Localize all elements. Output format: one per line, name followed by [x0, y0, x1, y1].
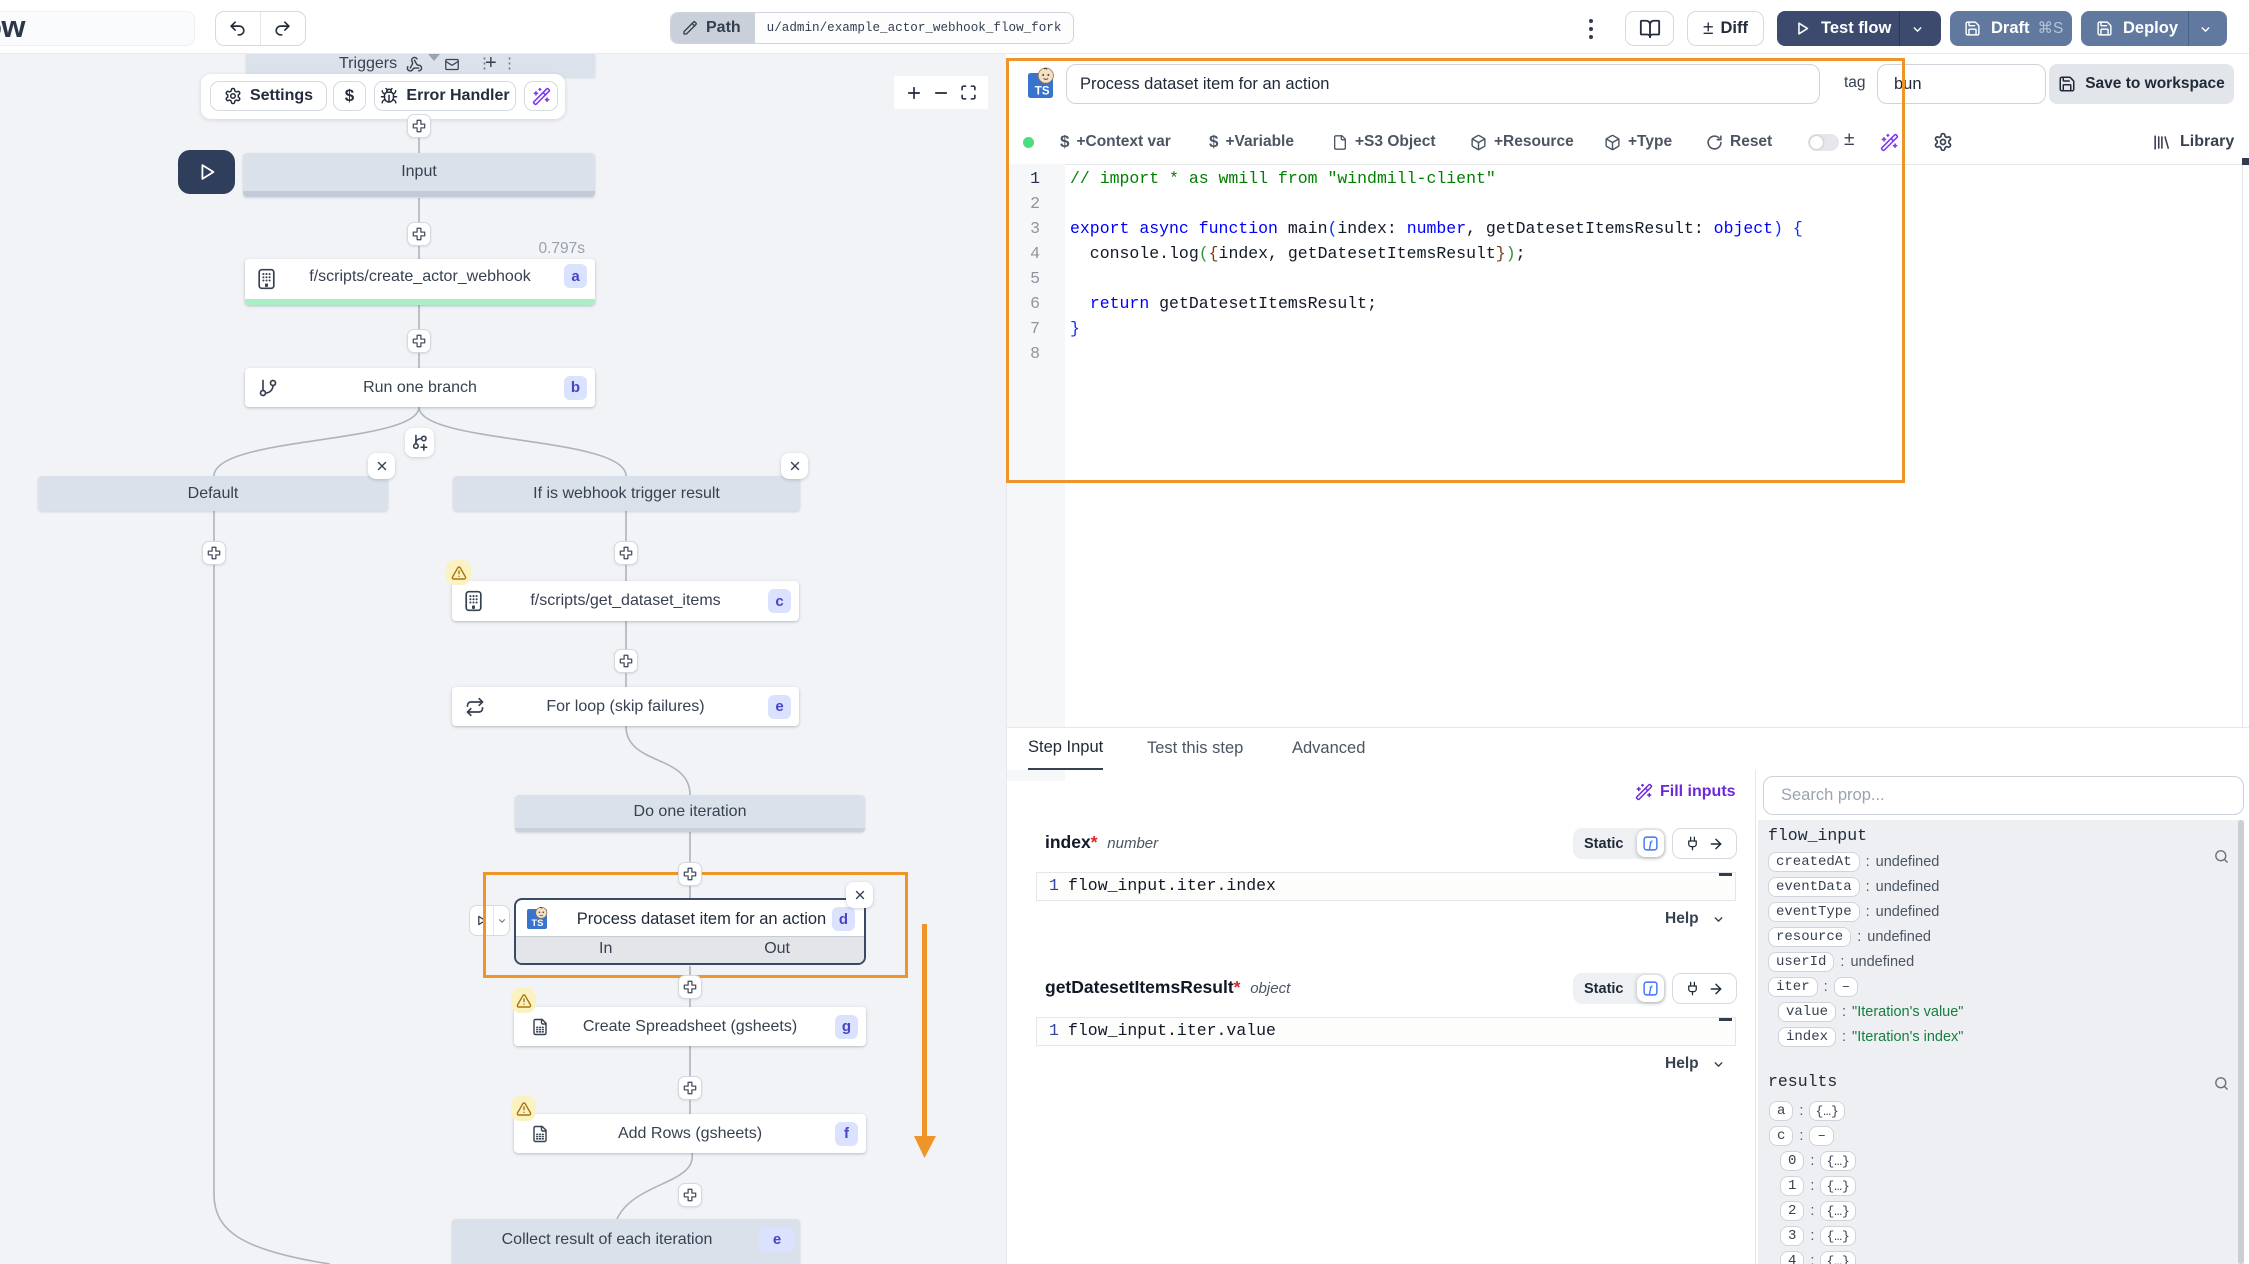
svg-text:f: f — [1649, 839, 1654, 850]
svg-text:f: f — [1649, 984, 1654, 995]
